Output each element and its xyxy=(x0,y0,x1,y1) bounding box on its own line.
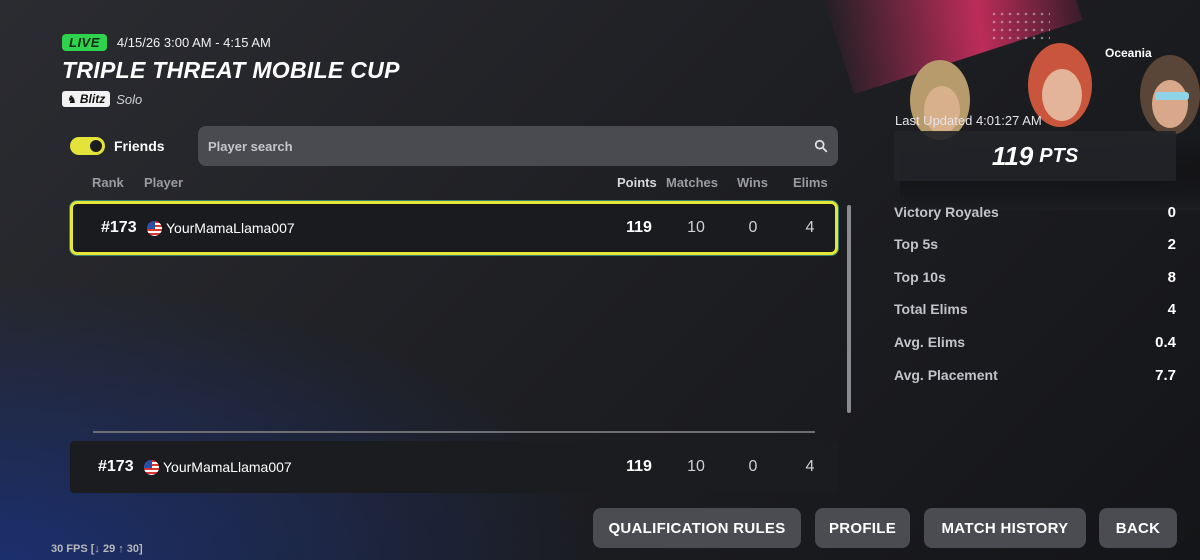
row-elims: 4 xyxy=(805,219,815,236)
search-placeholder: Player search xyxy=(208,138,293,154)
header-matches[interactable]: Matches xyxy=(666,175,718,190)
stat-value: 0.4 xyxy=(1155,334,1176,351)
us-flag-icon xyxy=(147,220,162,236)
friends-label: Friends xyxy=(114,138,165,154)
header-wins[interactable]: Wins xyxy=(737,175,768,190)
row-points: 119 xyxy=(626,219,652,236)
pinned-player-name: YourMamaLlama007 xyxy=(163,459,292,475)
stat-label: Top 5s xyxy=(894,236,939,252)
divider xyxy=(93,431,815,433)
mode-badge-label: Blitz xyxy=(79,92,106,106)
stat-value: 8 xyxy=(1167,269,1176,286)
points-value: 119 xyxy=(991,140,1034,171)
stat-label: Top 10s xyxy=(894,269,946,285)
region-label: Oceania xyxy=(1105,46,1152,60)
decorative-dots xyxy=(990,10,1050,40)
us-flag-icon xyxy=(144,459,159,475)
pinned-points: 119 xyxy=(626,458,652,475)
header-rank: Rank xyxy=(92,175,124,190)
points-unit: PTS xyxy=(1039,144,1079,167)
pinned-wins: 0 xyxy=(748,458,758,475)
pinned-matches: 10 xyxy=(687,458,705,475)
row-matches: 10 xyxy=(687,219,705,236)
fps-counter: 30 FPS [↓ 29 ↑ 30] xyxy=(51,543,143,555)
profile-button[interactable]: PROFILE xyxy=(815,508,910,548)
stat-value: 7.7 xyxy=(1155,367,1176,384)
stat-label: Total Elims xyxy=(894,301,968,317)
live-badge: LIVE xyxy=(62,34,107,51)
event-time: 4/15/26 3:00 AM - 4:15 AM xyxy=(116,35,271,50)
stat-row: Total Elims 4 xyxy=(894,301,1176,318)
row-rank: #173 xyxy=(101,219,137,236)
friends-toggle[interactable] xyxy=(70,137,105,155)
qualification-rules-button[interactable]: QUALIFICATION RULES xyxy=(593,508,801,548)
stat-value: 0 xyxy=(1167,204,1176,221)
search-icon[interactable] xyxy=(814,139,828,153)
stat-label: Avg. Elims xyxy=(894,334,966,350)
table-row[interactable]: #173 YourMamaLlama007 119 10 0 4 xyxy=(70,201,838,255)
row-wins: 0 xyxy=(748,219,758,236)
mode-badge: ♞ Blitz xyxy=(62,91,111,107)
match-history-button[interactable]: MATCH HISTORY xyxy=(924,508,1086,548)
stat-row: Avg. Elims 0.4 xyxy=(894,334,1176,351)
stat-row: Top 5s 2 xyxy=(894,236,1176,253)
points-total: 119 PTS xyxy=(894,131,1176,181)
stat-value: 4 xyxy=(1167,301,1176,318)
header-player: Player xyxy=(144,175,184,190)
stat-label: Avg. Placement xyxy=(894,367,998,383)
header-elims[interactable]: Elims xyxy=(793,175,828,190)
player-search-input[interactable]: Player search xyxy=(198,126,838,166)
stat-value: 2 xyxy=(1167,236,1176,253)
stat-row: Victory Royales 0 xyxy=(894,204,1176,221)
back-button[interactable]: BACK xyxy=(1099,508,1177,548)
lightning-icon: ♞ xyxy=(67,93,77,106)
event-title: TRIPLE THREAT MOBILE CUP xyxy=(62,57,400,83)
friends-filter[interactable]: Friends xyxy=(70,137,165,155)
pinned-elims: 4 xyxy=(805,458,815,475)
event-header: LIVE 4/15/26 3:00 AM - 4:15 AM TRIPLE TH… xyxy=(62,34,400,107)
pinned-rank: #173 xyxy=(98,458,134,475)
stat-label: Victory Royales xyxy=(894,204,999,220)
pinned-player-row[interactable]: #173 YourMamaLlama007 119 10 0 4 xyxy=(70,441,838,493)
row-player-name: YourMamaLlama007 xyxy=(166,220,295,236)
last-updated: Last Updated 4:01:27 AM xyxy=(895,113,1042,128)
stat-row: Top 10s 8 xyxy=(894,269,1176,286)
mode-type: Solo xyxy=(116,91,143,107)
scrollbar[interactable] xyxy=(847,205,851,413)
stat-row: Avg. Placement 7.7 xyxy=(894,367,1176,384)
header-points[interactable]: Points xyxy=(617,175,657,190)
